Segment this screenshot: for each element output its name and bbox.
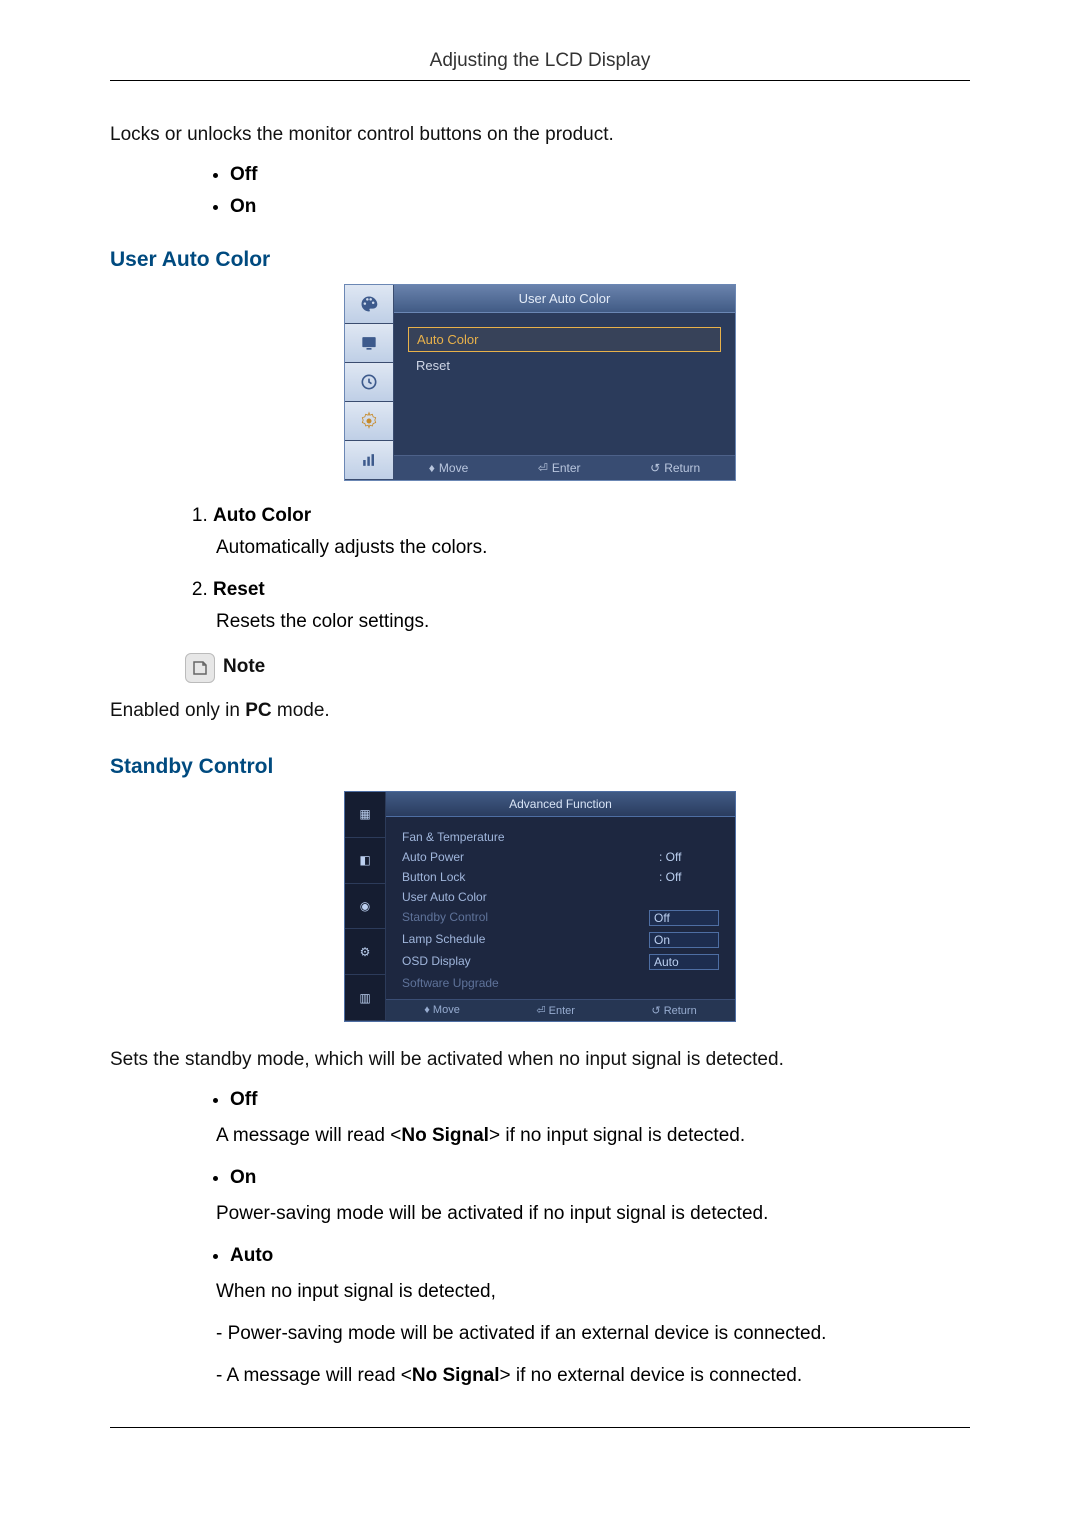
user-auto-color-heading: User Auto Color — [110, 248, 970, 272]
side-icon: ▥ — [345, 975, 385, 1021]
move-hint: ♦ Move — [424, 1004, 460, 1017]
standby-on: On — [230, 1167, 970, 1189]
lock-option-on: On — [230, 196, 970, 218]
standby-auto: Auto — [230, 1245, 970, 1267]
gear-icon — [345, 402, 393, 441]
side-icon: ◉ — [345, 884, 385, 930]
osd-user-auto-color: User Auto Color Auto Color Reset ♦ Move … — [344, 284, 736, 481]
footer-rule — [110, 1427, 970, 1428]
list-item: Auto Color — [213, 505, 970, 527]
standby-on-desc: Power-saving mode will be activated if n… — [216, 1203, 970, 1225]
osd-row-standby[interactable]: Standby ControlOff — [400, 907, 721, 929]
standby-auto-desc2: - Power-saving mode will be activated if… — [216, 1323, 970, 1345]
osd-sidebar: ▦ ◧ ◉ ⚙ ▥ — [345, 792, 386, 1021]
list-item: Reset — [213, 579, 970, 601]
reset-desc: Resets the color settings. — [216, 611, 970, 633]
osd-footer: ♦ Move ⏎ Enter ↺ Return — [394, 455, 735, 480]
side-icon: ⚙ — [345, 929, 385, 975]
note-label: Note — [223, 653, 265, 682]
osd-row[interactable]: Software Upgrade — [400, 973, 721, 993]
auto-color-label: Auto Color — [213, 505, 311, 526]
side-icon: ▦ — [345, 792, 385, 838]
osd-row[interactable]: OSD DisplayAuto — [400, 951, 721, 973]
clock-icon — [345, 363, 393, 402]
page-header: Adjusting the LCD Display — [110, 50, 970, 80]
header-rule — [110, 80, 970, 81]
osd-row[interactable]: Button Lock: Off — [400, 867, 721, 887]
return-hint: ↺ Return — [650, 461, 700, 475]
enter-hint: ⏎ Enter — [536, 1004, 575, 1017]
osd-title: User Auto Color — [394, 285, 735, 313]
chart-icon — [345, 441, 393, 480]
standby-off: Off — [230, 1089, 970, 1111]
osd-footer: ♦ Move ⏎ Enter ↺ Return — [386, 999, 735, 1021]
reset-label: Reset — [213, 579, 265, 600]
standby-auto-desc1: When no input signal is detected, — [216, 1281, 970, 1303]
standby-auto-desc3: - A message will read <No Signal> if no … — [216, 1365, 970, 1387]
standby-off-desc: A message will read <No Signal> if no in… — [216, 1125, 970, 1147]
standby-options: On — [230, 1167, 970, 1189]
osd-row[interactable]: Fan & Temperature — [400, 827, 721, 847]
lock-option-off: Off — [230, 164, 970, 186]
side-icon: ◧ — [345, 838, 385, 884]
note-icon — [185, 653, 215, 683]
auto-color-numbered-list: Auto Color — [185, 505, 970, 527]
lock-options-list: Off On — [230, 164, 970, 218]
palette-icon — [345, 285, 393, 324]
standby-options: Auto — [230, 1245, 970, 1267]
auto-color-numbered-list-2: Reset — [185, 579, 970, 601]
enter-hint: ⏎ Enter — [538, 461, 581, 475]
standby-options: Off — [230, 1089, 970, 1111]
osd-title: Advanced Function — [386, 792, 735, 817]
off-label: Off — [230, 164, 257, 185]
standby-control-heading: Standby Control — [110, 755, 970, 779]
lock-description: Locks or unlocks the monitor control but… — [110, 121, 970, 150]
osd-row[interactable]: Auto Power: Off — [400, 847, 721, 867]
note-text: Enabled only in PC mode. — [110, 697, 970, 726]
osd-sidebar — [345, 285, 394, 480]
standby-intro: Sets the standby mode, which will be act… — [110, 1046, 970, 1075]
return-hint: ↺ Return — [651, 1004, 696, 1017]
screen-icon — [345, 324, 393, 363]
osd-row[interactable]: Lamp ScheduleOn — [400, 929, 721, 951]
osd-row[interactable]: User Auto Color — [400, 887, 721, 907]
auto-color-desc: Automatically adjusts the colors. — [216, 537, 970, 559]
move-hint: ♦ Move — [429, 461, 468, 475]
osd-standby-control: ▦ ◧ ◉ ⚙ ▥ Advanced Function Fan & Temper… — [344, 791, 736, 1022]
osd-item-auto-color[interactable]: Auto Color — [408, 327, 721, 352]
on-label: On — [230, 196, 256, 217]
osd-item-reset[interactable]: Reset — [408, 354, 721, 377]
